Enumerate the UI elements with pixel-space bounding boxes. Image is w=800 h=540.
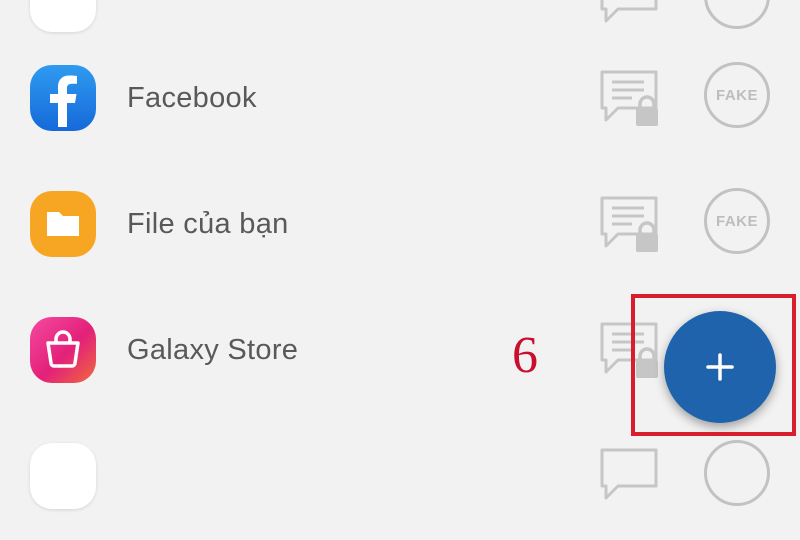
app-row-files[interactable]: File của bạn FAKE xyxy=(0,162,800,288)
facebook-icon xyxy=(30,65,96,131)
blank-app-icon xyxy=(30,0,96,32)
lock-message-icon[interactable] xyxy=(596,68,668,132)
app-name-label: Galaxy Store xyxy=(127,334,299,366)
lock-message-icon[interactable] xyxy=(596,0,668,33)
shopping-bag-icon xyxy=(30,317,96,383)
app-row-facebook[interactable]: Facebook FAKE xyxy=(0,36,800,162)
lock-message-icon[interactable] xyxy=(596,194,668,258)
fake-icon[interactable] xyxy=(704,0,770,29)
app-name-label: Facebook xyxy=(127,82,257,114)
lock-message-icon[interactable] xyxy=(596,446,668,510)
fake-icon[interactable]: FAKE xyxy=(704,62,770,128)
step-number-annotation: 6 xyxy=(512,327,538,384)
fake-icon[interactable]: FAKE xyxy=(704,188,770,254)
blank-app-icon xyxy=(30,443,96,509)
fake-label: FAKE xyxy=(715,86,758,104)
highlight-box xyxy=(631,294,796,436)
app-name-label: File của bạn xyxy=(127,208,289,240)
folder-icon xyxy=(30,191,96,257)
fake-label: FAKE xyxy=(715,212,758,230)
